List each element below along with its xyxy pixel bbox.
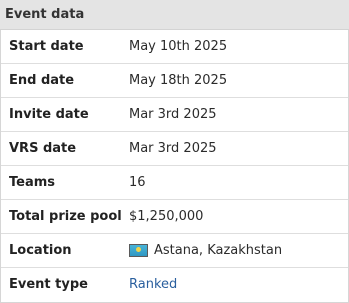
vrs-date-value: Mar 3rd 2025 — [129, 141, 217, 156]
location-value: Astana, Kazakhstan — [129, 234, 282, 267]
prize-pool-value: $1,250,000 — [129, 209, 204, 224]
row-location: Location Astana, Kazakhstan — [1, 234, 348, 268]
kazakhstan-flag-icon — [129, 244, 148, 257]
start-date-label: Start date — [9, 39, 84, 54]
event-type-label: Event type — [9, 277, 88, 292]
row-end-date: End date May 18th 2025 — [1, 64, 348, 98]
prize-pool-label: Total prize pool — [9, 209, 122, 224]
row-invite-date: Invite date Mar 3rd 2025 — [1, 98, 348, 132]
start-date-value: May 10th 2025 — [129, 39, 228, 54]
end-date-label: End date — [9, 73, 75, 88]
vrs-date-label: VRS date — [9, 141, 77, 156]
teams-label: Teams — [9, 175, 56, 190]
event-data-panel: Event data Start date May 10th 2025 End … — [0, 0, 349, 303]
invite-date-label: Invite date — [9, 107, 89, 122]
event-type-link[interactable]: Ranked — [129, 268, 177, 301]
row-event-type: Event type Ranked — [1, 268, 348, 300]
invite-date-value: Mar 3rd 2025 — [129, 107, 217, 122]
teams-value: 16 — [129, 175, 146, 190]
event-data-table: Start date May 10th 2025 End date May 18… — [0, 30, 349, 303]
row-start-date: Start date May 10th 2025 — [1, 30, 348, 64]
end-date-value: May 18th 2025 — [129, 73, 228, 88]
row-vrs-date: VRS date Mar 3rd 2025 — [1, 132, 348, 166]
row-teams: Teams 16 — [1, 166, 348, 200]
location-text: Astana, Kazakhstan — [154, 243, 283, 258]
location-label: Location — [9, 243, 72, 258]
row-prize-pool: Total prize pool $1,250,000 — [1, 200, 348, 234]
panel-header: Event data — [0, 0, 349, 30]
panel-title: Event data — [5, 7, 85, 22]
